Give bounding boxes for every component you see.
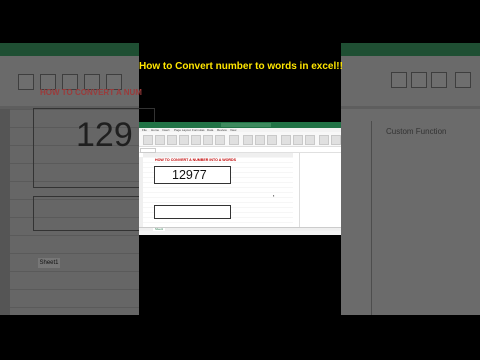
italic-icon[interactable] [179, 135, 189, 145]
background-excel-right: Custom Function [341, 43, 480, 315]
ribbon [139, 132, 341, 147]
bg-pane-divider [371, 121, 372, 315]
wrap-icon[interactable] [203, 135, 213, 145]
merge-icon[interactable] [215, 135, 225, 145]
bg-sheet-heading: HOW TO CONVERT A NUM [40, 88, 142, 97]
delete-cells-icon[interactable] [293, 135, 303, 145]
conditional-format-icon[interactable] [243, 135, 253, 145]
table-format-icon[interactable] [255, 135, 265, 145]
bg-title-bar [341, 43, 480, 56]
number-value: 12977 [172, 168, 207, 182]
excel-window: File Home Insert Page Layout Formulas Da… [139, 122, 341, 235]
paste-icon[interactable] [143, 135, 153, 145]
bg-ribbon-icon [411, 72, 427, 88]
bg-ribbon [0, 56, 139, 106]
bg-title-bar [0, 43, 139, 56]
cell-styles-icon[interactable] [267, 135, 277, 145]
bg-words-box [33, 196, 155, 231]
number-cell[interactable]: 12977 [154, 166, 231, 184]
bg-ribbon-icon [18, 74, 34, 90]
font-icon[interactable] [155, 135, 165, 145]
bg-number-text: 129 [76, 116, 133, 154]
find-select-icon[interactable] [331, 135, 341, 145]
bg-ribbon-icon [391, 72, 407, 88]
bg-sheet-tab: Sheet1 [38, 258, 60, 268]
insert-cells-icon[interactable] [281, 135, 291, 145]
bg-task-pane [341, 109, 480, 315]
words-cell[interactable] [154, 205, 231, 219]
sheet-heading: HOW TO CONVERT A NUMBER INTO A WORDS [155, 158, 236, 162]
align-icon[interactable] [191, 135, 201, 145]
video-caption: How to Convert number to words in excel!… [139, 61, 343, 72]
bg-row-headers [0, 109, 10, 315]
search-box[interactable] [221, 123, 271, 127]
bg-pane-title: Custom Function [386, 127, 447, 136]
bold-icon[interactable] [167, 135, 177, 145]
mouse-cursor-icon: ▪ [273, 193, 275, 198]
bg-ribbon-icon [431, 72, 447, 88]
bg-ribbon [341, 56, 480, 106]
sort-filter-icon[interactable] [319, 135, 329, 145]
format-cells-icon[interactable] [305, 135, 315, 145]
task-pane [299, 153, 341, 227]
number-format-icon[interactable] [229, 135, 239, 145]
bg-ribbon-icon [455, 72, 471, 88]
status-bar [139, 231, 341, 235]
